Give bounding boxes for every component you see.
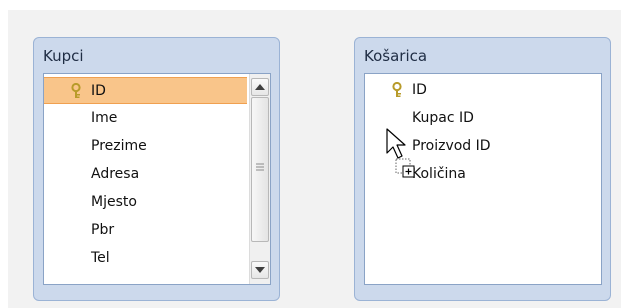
field-row-tel[interactable]: Tel: [44, 245, 247, 272]
grip-icon: [256, 163, 264, 171]
drag-link-cursor: [386, 128, 415, 178]
key-icon: [71, 83, 81, 98]
vertical-scrollbar[interactable]: [249, 74, 270, 284]
field-row-prezime[interactable]: Prezime: [44, 133, 247, 160]
field-label: Ime: [91, 110, 118, 126]
scroll-up-button[interactable]: [251, 78, 269, 96]
triangle-up-icon: [255, 84, 265, 90]
relationships-canvas: Kupci ID Ime Prezime Adresa Mjesto Pbr T…: [0, 0, 621, 308]
table-title[interactable]: Košarica: [364, 47, 427, 65]
field-label: Adresa: [91, 166, 140, 182]
table-kupci[interactable]: Kupci ID Ime Prezime Adresa Mjesto Pbr T…: [33, 37, 280, 301]
field-label: Mjesto: [91, 194, 137, 210]
scroll-down-button[interactable]: [251, 261, 269, 279]
field-list[interactable]: ID Ime Prezime Adresa Mjesto Pbr Tel: [43, 73, 271, 285]
scroll-thumb[interactable]: [251, 97, 269, 242]
field-row-id[interactable]: ID: [365, 77, 601, 104]
field-row-mjesto[interactable]: Mjesto: [44, 189, 247, 216]
field-label: ID: [412, 82, 427, 98]
field-label: Prezime: [91, 138, 147, 154]
field-row-pbr[interactable]: Pbr: [44, 217, 247, 244]
field-row-id[interactable]: ID: [44, 77, 247, 104]
field-label: Tel: [91, 250, 110, 266]
relationships-pane: Kupci ID Ime Prezime Adresa Mjesto Pbr T…: [8, 10, 621, 308]
table-title[interactable]: Kupci: [43, 47, 84, 65]
field-row-adresa[interactable]: Adresa: [44, 161, 247, 188]
field-row-ime[interactable]: Ime: [44, 105, 247, 132]
key-icon: [392, 82, 402, 97]
field-label: Pbr: [91, 222, 115, 238]
field-label: ID: [91, 83, 106, 99]
triangle-down-icon: [255, 267, 265, 273]
